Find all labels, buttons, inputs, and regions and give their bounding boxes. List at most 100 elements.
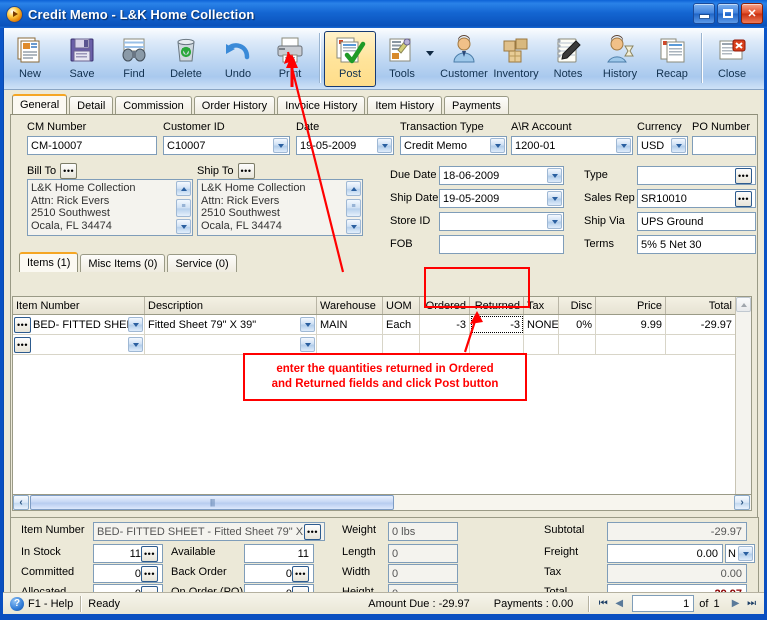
committed-input[interactable]: 0 ••• [93,564,163,583]
tab-service[interactable]: Service (0) [167,254,237,272]
ar-account-combo[interactable]: 1200-01 [511,136,633,155]
chevron-down-icon[interactable] [128,337,143,352]
cell-price[interactable] [596,335,666,354]
previous-record-icon[interactable]: ◀ [611,596,627,612]
chevron-down-icon[interactable] [547,191,562,206]
toolbar-button-undo[interactable]: Undo [212,31,264,87]
cell-warehouse[interactable] [317,335,383,354]
detail-item-number-input[interactable]: BED- FITTED SHEET - Fitted Sheet 79" X 3… [93,522,325,541]
toolbar-button-history[interactable]: History [594,31,646,87]
grid-col-description[interactable]: Description [145,297,317,314]
tab-items[interactable]: Items (1) [19,252,79,272]
toolbar-button-post[interactable]: Post [324,31,376,87]
item-lookup-button[interactable]: ••• [14,336,31,353]
detail-item-lookup-button[interactable]: ••• [304,523,321,540]
maximize-button[interactable] [717,3,739,24]
transaction-type-combo[interactable]: Credit Memo [400,136,507,155]
date-combo[interactable]: 19-05-2009 [296,136,394,155]
ship-via-input[interactable]: UPS Ground [637,212,756,231]
help-cell[interactable]: ? F1 - Help [3,595,80,613]
chevron-down-icon[interactable] [300,317,315,332]
bill-to-textarea[interactable]: L&K Home Collection Attn: Rick Evers 251… [27,179,193,236]
type-lookup-button[interactable]: ••• [735,167,752,184]
cell-price[interactable]: 9.99 [596,315,666,334]
cell-total[interactable]: -29.97 [666,315,736,334]
tab-detail[interactable]: Detail [69,96,114,114]
due-date-combo[interactable]: 18-06-2009 [439,166,564,185]
toolbar-button-notes[interactable]: Notes [542,31,594,87]
tab-general[interactable]: General [12,94,68,114]
sales-rep-input[interactable]: SR10010 ••• [637,189,756,208]
grid-vertical-scrollbar[interactable] [735,297,751,510]
last-record-icon[interactable]: ⏭ [744,596,760,612]
length-input[interactable]: 0 [388,544,458,563]
terms-input[interactable]: 5% 5 Net 30 [637,235,756,254]
page-number-input[interactable]: 1 [632,595,695,612]
ship-to-lookup-button[interactable]: ••• [237,163,255,179]
cm-number-input[interactable]: CM-10007 [27,136,157,155]
bill-to-lookup-button[interactable]: ••• [60,163,78,179]
chevron-down-icon[interactable] [377,138,392,153]
toolbar-button-close[interactable]: Close [706,31,758,87]
tab-invoice-history[interactable]: Invoice History [277,96,366,114]
scroll-up-icon[interactable] [346,181,361,196]
toolbar-button-inventory[interactable]: Inventory [490,31,542,87]
table-row[interactable]: ••• BED- FITTED SHEE Fitted Sheet 79" X … [13,315,751,335]
tab-commission[interactable]: Commission [115,96,192,114]
scroll-right-icon[interactable]: › [734,495,750,510]
grid-col-disc[interactable]: Disc [559,297,596,314]
freight-taxable-combo[interactable]: N [725,544,755,563]
grid-col-uom[interactable]: UOM [383,297,420,314]
cell-ordered[interactable] [420,335,470,354]
tab-misc-items[interactable]: Misc Items (0) [80,254,166,272]
chevron-down-icon[interactable] [671,138,686,153]
chevron-down-icon[interactable] [616,138,631,153]
toolbar-button-delete[interactable]: Delete [160,31,212,87]
fob-input[interactable] [439,235,564,254]
item-lookup-button[interactable]: ••• [14,316,31,333]
minimize-button[interactable] [693,3,715,24]
cell-ordered[interactable]: -3 [420,315,470,334]
back-order-lookup-button[interactable]: ••• [292,565,309,582]
store-id-combo[interactable] [439,212,564,231]
tab-item-history[interactable]: Item History [367,96,443,114]
ship-to-textarea[interactable]: L&K Home Collection Attn: Rick Evers 251… [197,179,363,236]
cell-uom[interactable] [383,335,420,354]
scroll-thumb[interactable]: ≡ [346,198,361,217]
customer-id-combo[interactable]: C10007 [163,136,290,155]
chevron-down-icon[interactable] [547,168,562,183]
in-stock-input[interactable]: 11 ••• [93,544,163,563]
scroll-down-icon[interactable] [346,219,361,234]
grid-horizontal-scrollbar[interactable]: ‹ |||| › [12,494,752,511]
freight-input[interactable]: 0.00 [607,544,723,563]
cell-tax[interactable] [524,335,559,354]
cell-item-number[interactable]: ••• BED- FITTED SHEE [13,315,145,334]
chevron-down-icon[interactable] [490,138,505,153]
grid-col-total[interactable]: Total [666,297,736,314]
grid-col-ordered[interactable]: Ordered [420,297,470,314]
grid-col-item-number[interactable]: Item Number [13,297,145,314]
cell-item-number[interactable]: ••• [13,335,145,354]
grid-col-warehouse[interactable]: Warehouse [317,297,383,314]
cell-returned[interactable]: -3 [470,315,524,334]
toolbar-button-customer[interactable]: Customer [438,31,490,87]
cell-disc[interactable]: 0% [559,315,596,334]
chevron-down-icon[interactable] [547,214,562,229]
grid-col-price[interactable]: Price [596,297,666,314]
grid-col-returned[interactable]: Returned [470,297,524,314]
cell-returned[interactable] [470,335,524,354]
scroll-up-icon[interactable] [176,181,191,196]
in-stock-lookup-button[interactable]: ••• [141,545,158,562]
chevron-down-icon[interactable] [738,546,753,561]
width-input[interactable]: 0 [388,564,458,583]
cell-description[interactable]: Fitted Sheet 79" X 39" [145,315,317,334]
next-record-icon[interactable]: ▶ [728,596,744,612]
scroll-up-icon[interactable] [736,297,751,312]
cell-total[interactable] [666,335,736,354]
toolbar-button-save[interactable]: Save [56,31,108,87]
weight-input[interactable]: 0 lbs [388,522,458,541]
scroll-left-icon[interactable]: ‹ [13,495,29,510]
scroll-thumb[interactable]: ≡ [176,198,191,217]
grid-col-tax[interactable]: Tax [524,297,559,314]
toolbar-button-new[interactable]: New [4,31,56,87]
